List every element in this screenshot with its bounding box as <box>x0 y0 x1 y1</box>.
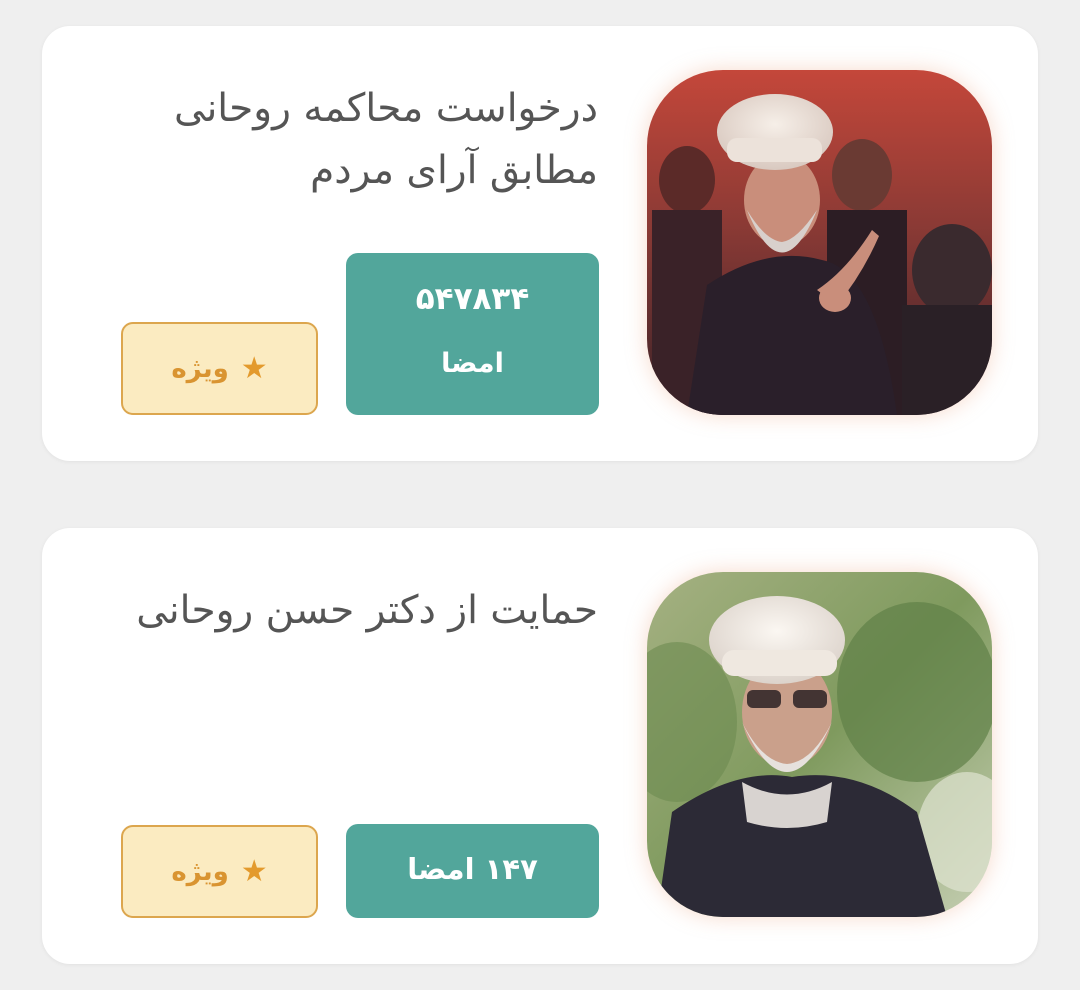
star-icon: ★ <box>240 853 268 889</box>
signature-count: ۱۴۷ امضا <box>407 852 538 886</box>
petition-thumbnail[interactable] <box>647 70 992 415</box>
petition-title[interactable]: حمایت از دکتر حسن روحانی <box>78 580 598 642</box>
featured-label: ویژه <box>171 856 229 887</box>
signature-label: امضا <box>441 348 504 379</box>
signature-count-box: ۱۴۷ امضا <box>346 824 599 918</box>
petition-card[interactable]: درخواست محاکمه روحانی مطابق آرای مردم ۵۴… <box>42 26 1038 461</box>
featured-label: ویژه <box>171 353 229 384</box>
featured-badge: ★ ویژه <box>121 322 318 415</box>
signature-count-box: ۵۴۷۸۳۴ امضا <box>346 253 599 415</box>
petition-title[interactable]: درخواست محاکمه روحانی مطابق آرای مردم <box>78 78 598 203</box>
petition-card[interactable]: حمایت از دکتر حسن روحانی ۱۴۷ امضا ★ ویژه <box>42 528 1038 964</box>
star-icon: ★ <box>240 350 268 386</box>
featured-badge: ★ ویژه <box>121 825 318 918</box>
signature-count: ۵۴۷۸۳۴ <box>415 281 530 317</box>
petition-thumbnail[interactable] <box>647 572 992 917</box>
